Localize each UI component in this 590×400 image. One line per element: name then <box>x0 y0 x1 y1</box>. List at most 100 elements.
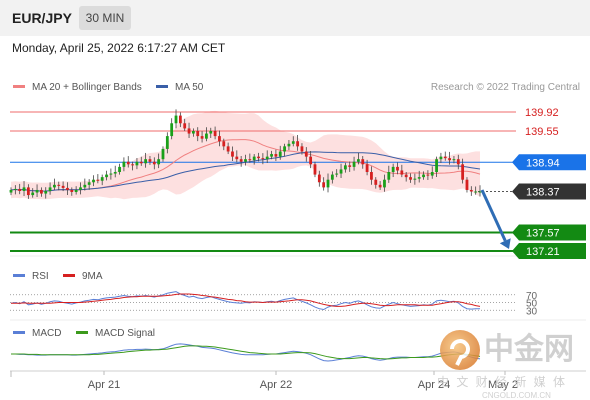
candle-body <box>187 128 191 134</box>
candle-body <box>235 156 239 160</box>
rsi-line <box>10 291 480 311</box>
candle-body <box>126 161 130 165</box>
candle-body <box>339 169 343 174</box>
candle-body <box>222 141 226 147</box>
candle-body <box>178 115 182 124</box>
candle-body <box>387 172 391 180</box>
rsi-ma-line <box>11 293 481 307</box>
chart-credit: Research © 2022 Trading Central <box>431 82 580 93</box>
level-label-box: 138.94 <box>512 154 586 171</box>
legend-swatch-macd <box>13 331 25 334</box>
legend-swatch-ma20 <box>13 85 25 88</box>
candle-body <box>257 156 260 159</box>
candle-body <box>200 136 204 139</box>
legend-swatch-ma50 <box>156 85 168 88</box>
candle-body <box>157 159 161 165</box>
candle-body <box>139 161 143 164</box>
candle-body <box>322 182 326 188</box>
candle-body <box>196 130 200 137</box>
candle-body <box>218 136 221 142</box>
chart-canvas[interactable]: MA 20 + Bollinger Bands MA 50 Research ©… <box>0 0 590 400</box>
candle-body <box>435 159 438 173</box>
level-label: 138.94 <box>526 157 560 169</box>
rsi-panel: RSI 9MA 705030 <box>10 271 586 321</box>
candle-body <box>361 159 365 165</box>
candle-body <box>478 191 482 193</box>
candle-body <box>261 158 265 160</box>
candle-body <box>18 188 22 191</box>
candle-body <box>417 177 421 179</box>
candle-body <box>70 189 74 193</box>
candle-body <box>374 179 378 185</box>
candle-body <box>365 164 369 173</box>
candle-body <box>191 130 195 134</box>
price-panel: MA 20 + Bollinger Bands MA 50 Research ©… <box>9 82 586 259</box>
x-tick-label: Apr 22 <box>260 379 292 391</box>
candle-body <box>439 156 443 160</box>
candle-body <box>96 179 100 181</box>
candle-body <box>283 146 286 152</box>
candle-body <box>456 159 460 165</box>
candle-body <box>170 123 174 137</box>
candle-body <box>118 166 121 173</box>
candle-body <box>22 187 26 191</box>
candle-body <box>304 151 308 157</box>
candle-body <box>448 158 452 161</box>
candle-body <box>343 165 347 170</box>
candle-body <box>183 123 187 129</box>
candle-body <box>291 141 295 144</box>
candle-body <box>213 130 217 137</box>
candle-body <box>461 164 465 180</box>
legend-swatch-rsi-ma <box>63 274 75 277</box>
candle-body <box>83 184 87 188</box>
candle-body <box>396 166 399 171</box>
candle-body <box>422 174 425 178</box>
candle-body <box>105 174 108 178</box>
legend-label-macd: MACD <box>32 328 61 339</box>
candle-body <box>87 182 91 185</box>
level-labels: 139.92 139.55 138.94 138.37 137.57 137.21 <box>512 107 586 259</box>
candle-body <box>122 161 126 167</box>
candle-body <box>426 174 430 176</box>
candle-body <box>57 184 61 186</box>
candle-body <box>131 164 134 166</box>
candle-body <box>161 148 165 160</box>
candle-body <box>413 178 417 180</box>
candle-body <box>92 179 95 183</box>
candle-body <box>113 172 117 174</box>
candle-body <box>400 170 404 175</box>
candle-body <box>274 154 278 157</box>
legend-label-rsi: RSI <box>32 271 49 282</box>
candle-body <box>309 156 313 165</box>
candle-body <box>430 172 434 176</box>
legend-label-ma20: MA 20 + Bollinger Bands <box>32 82 142 93</box>
candle-body <box>313 164 317 175</box>
rsi-level-label: 30 <box>526 306 538 317</box>
candle-body <box>265 156 269 160</box>
candle-body <box>474 191 478 193</box>
candle-body <box>452 159 456 161</box>
legend-label-macd-signal: MACD Signal <box>95 328 155 339</box>
forecast-arrow <box>480 189 511 249</box>
watermark-emblem <box>440 330 480 370</box>
candle-body <box>100 177 104 181</box>
candle-body <box>330 174 334 180</box>
price-legend: MA 20 + Bollinger Bands MA 50 <box>13 82 204 93</box>
candle-body <box>205 133 208 139</box>
candle-body <box>348 165 352 167</box>
level-label-box: 137.21 <box>512 243 586 259</box>
candle-body <box>135 161 139 166</box>
candle-body <box>317 174 321 183</box>
legend-label-ma50: MA 50 <box>175 82 204 93</box>
candle-body <box>48 187 52 191</box>
level-label: 139.92 <box>525 107 559 119</box>
x-tick-label: Apr 21 <box>88 379 120 391</box>
level-label: 139.55 <box>525 126 559 138</box>
candle-body <box>165 136 169 149</box>
watermark-brand: 中金网 <box>484 332 574 366</box>
candle-body <box>270 154 273 157</box>
candle-body <box>252 156 256 161</box>
candle-body <box>109 173 113 175</box>
candle-body <box>13 188 17 190</box>
candle-body <box>152 161 156 165</box>
